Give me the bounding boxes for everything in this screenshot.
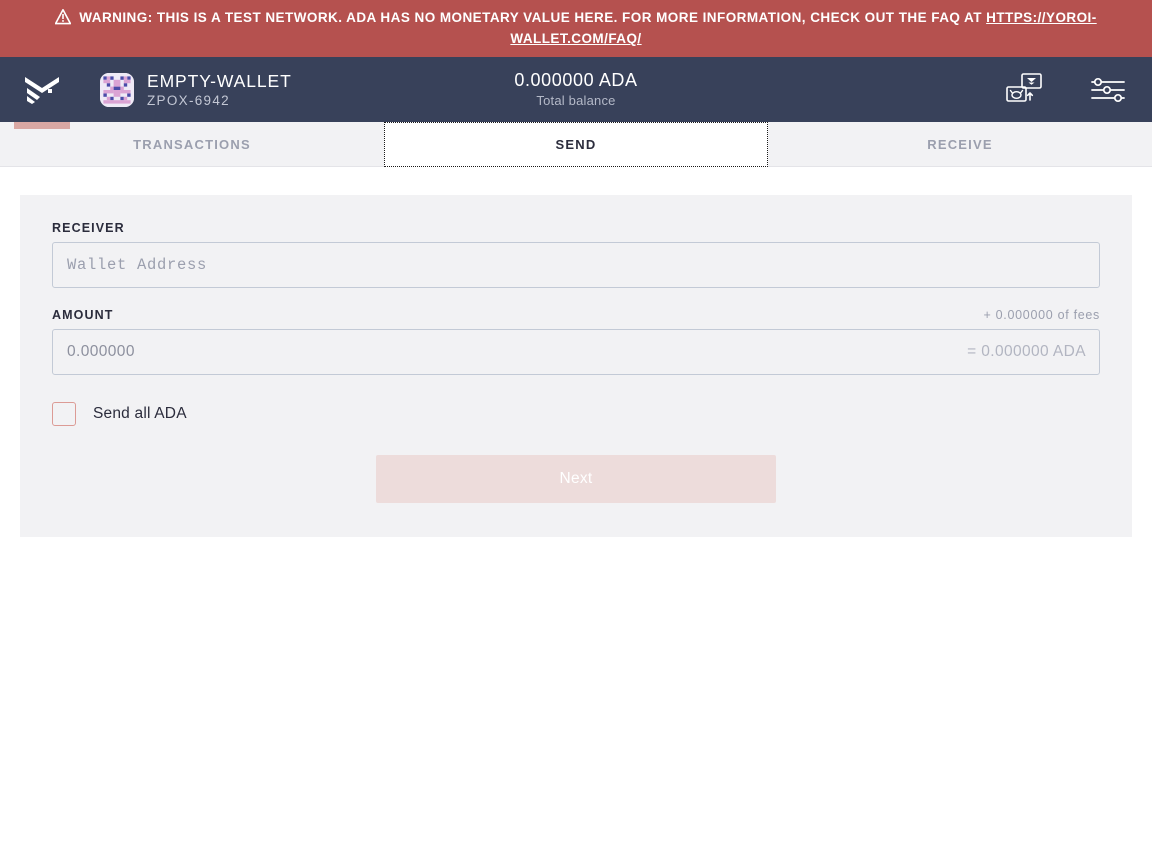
tab-receive[interactable]: RECEIVE (768, 122, 1152, 167)
warning-triangle-icon (55, 9, 72, 25)
send-all-ada-label: Send all ADA (93, 405, 187, 422)
wallet-plate-id: ZPOX-6942 (147, 92, 230, 108)
send-form-card: RECEIVER AMOUNT + 0.000000 of fees = 0.0… (20, 195, 1132, 537)
navbar-actions (1003, 57, 1126, 122)
settings-sliders-icon (1091, 77, 1125, 102)
amount-label: AMOUNT (52, 308, 114, 322)
switch-wallet-button[interactable] (1003, 71, 1047, 109)
page-body: RECEIVER AMOUNT + 0.000000 of fees = 0.0… (0, 167, 1152, 847)
total-balance-label: Total balance (536, 93, 616, 108)
yoroi-chevron-logo-icon (25, 76, 59, 104)
test-network-warning-banner: WARNING: THIS IS A TEST NETWORK. ADA HAS… (0, 0, 1152, 57)
wallet-info-button[interactable]: EMPTY-WALLET ZPOX-6942 (100, 70, 292, 110)
switch-wallet-icon (1006, 72, 1042, 102)
wallet-identicon-avatar (100, 72, 134, 107)
wallet-tabs: TRANSACTIONS SEND RECEIVE (0, 122, 1152, 167)
tab-send[interactable]: SEND (384, 122, 768, 167)
fees-note: + 0.000000 of fees (983, 308, 1100, 322)
send-all-ada-checkbox-row[interactable]: Send all ADA (52, 402, 187, 426)
warning-banner-text: WARNING: THIS IS A TEST NETWORK. ADA HAS… (79, 10, 987, 25)
yoroi-logo-button[interactable] (0, 57, 84, 129)
top-navbar: EMPTY-WALLET ZPOX-6942 0.000000 ADA Tota… (0, 57, 1152, 129)
active-nav-indicator (14, 122, 70, 129)
receiver-label: RECEIVER (52, 221, 125, 235)
total-balance-amount: 0.000000 ADA (514, 70, 638, 90)
amount-input[interactable] (52, 329, 1100, 375)
wallet-name: EMPTY-WALLET (147, 70, 292, 91)
receiver-address-input[interactable] (52, 242, 1100, 288)
next-button[interactable]: Next (376, 455, 776, 503)
send-all-ada-checkbox[interactable] (52, 402, 76, 426)
settings-button[interactable] (1090, 77, 1126, 103)
